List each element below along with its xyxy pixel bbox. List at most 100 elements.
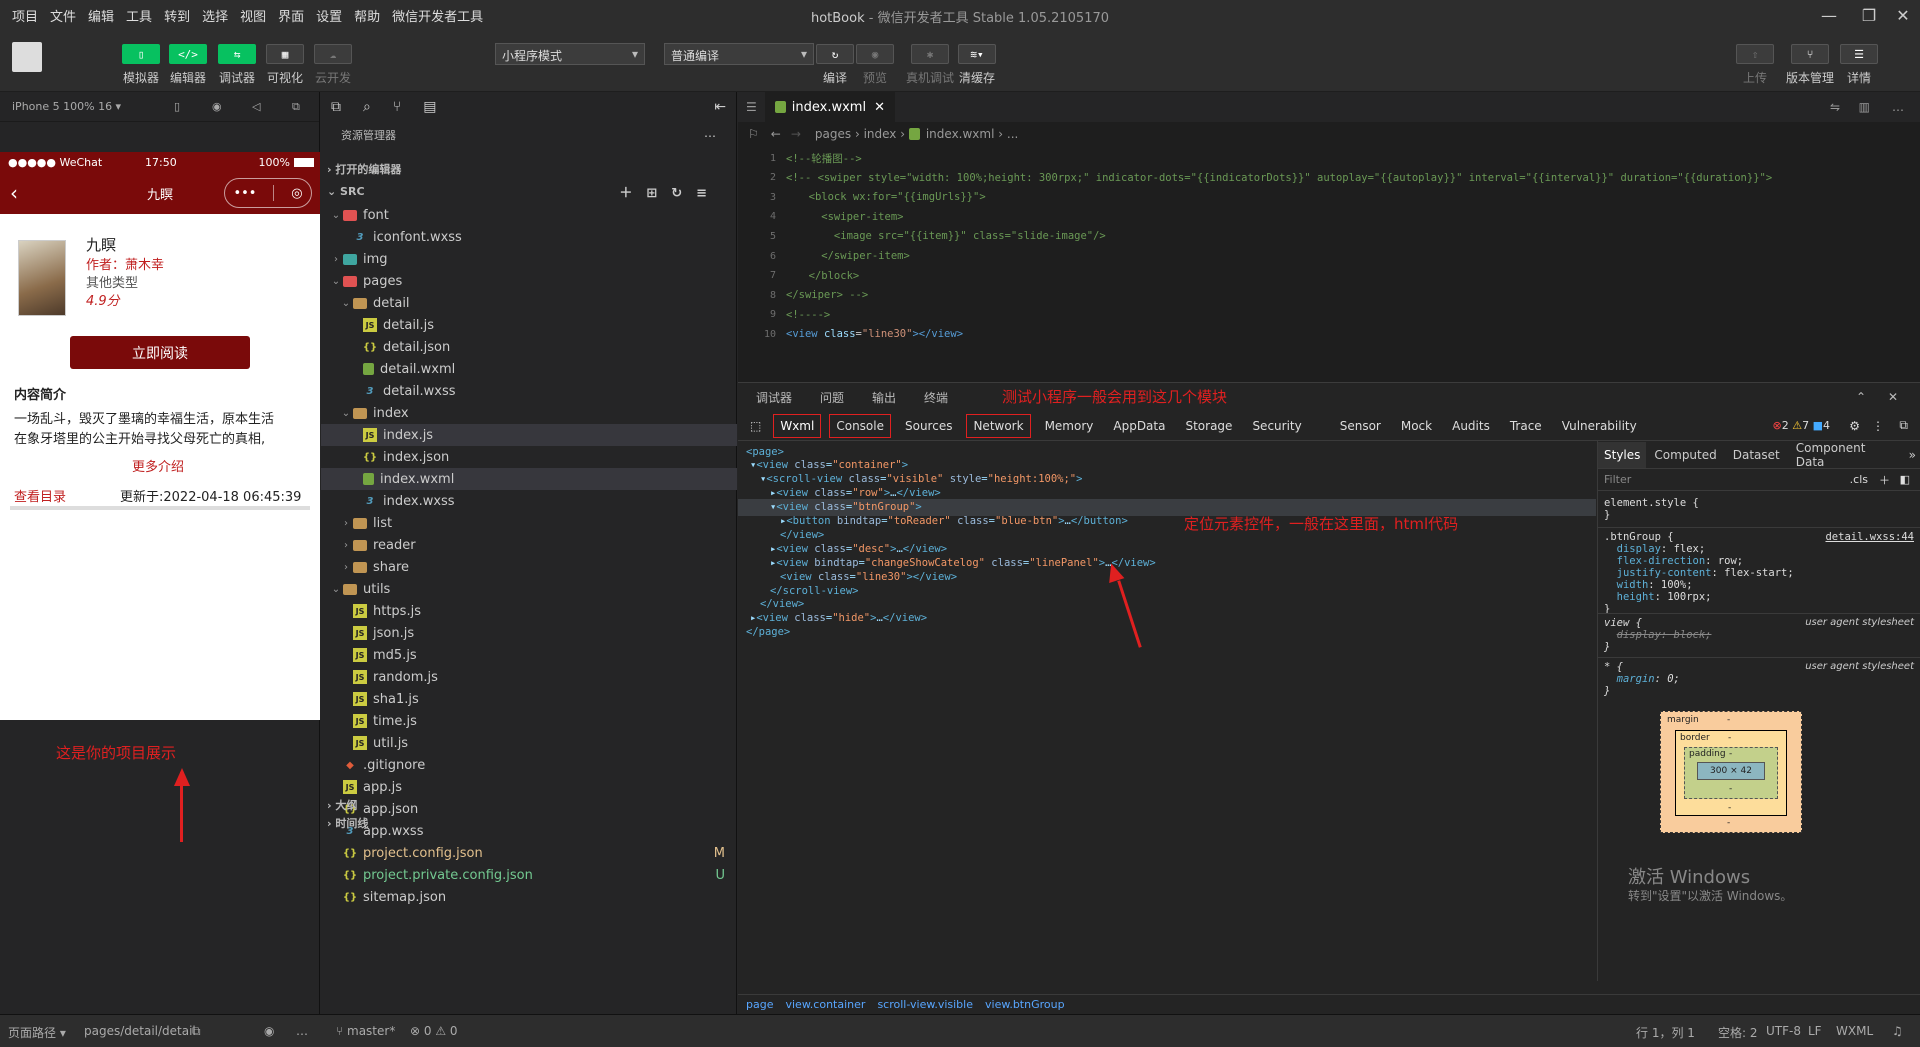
layout-icon[interactable]: ▥ [1859,100,1870,114]
read-now-button[interactable]: 立即阅读 [70,336,250,369]
menu-item[interactable]: 帮助 [348,6,386,25]
tab-computed[interactable]: Computed [1646,448,1724,462]
extension-icon[interactable]: ▤ [423,99,436,115]
src-section[interactable]: ⌄ SRC ＋⊞↻≡ [321,178,737,204]
tree-item[interactable]: JS index.js [321,424,737,446]
close-tab-icon[interactable]: ✕ [874,100,885,115]
toggle-sidebar-icon[interactable]: ◧ [1900,473,1910,486]
wxml-node[interactable]: </page> [746,624,790,641]
devtools-tab[interactable]: Sensor [1334,415,1387,437]
editor-toggle[interactable]: </> 编辑器 [169,44,207,86]
kebab-icon[interactable]: ⋮ [1872,419,1884,433]
path-segment[interactable]: page [746,998,773,1011]
explorer-actions[interactable]: ＋⊞↻≡ [619,182,721,201]
devtools-tab[interactable]: Console [829,413,891,438]
chevron-up-icon[interactable]: ⌃ [1856,390,1866,404]
more-actions-icon[interactable]: … [704,126,716,140]
capsule-button[interactable]: ••• ◎ [224,178,312,208]
close-button[interactable]: ✕ [1880,0,1920,30]
branch-icon[interactable]: ⑂ master* [336,1024,395,1038]
clear-cache-button[interactable]: ≋▾ 清缓存 [958,44,996,86]
style-rule-btngroup[interactable]: .btnGroup { display: flex; flex-directio… [1604,531,1794,615]
add-rule-icon[interactable]: ＋ [1879,472,1890,488]
device-icon[interactable]: ▯ [174,100,180,113]
tree-item[interactable]: ⌄ detail [321,292,737,314]
menu-item[interactable]: 转到 [158,6,196,25]
breadcrumb-more[interactable]: ... [1007,127,1018,141]
close-panel-icon[interactable]: ✕ [1888,390,1898,404]
dock-icon[interactable]: ⧉ [1899,418,1908,433]
path-segment[interactable]: scroll-view.visible [877,998,973,1011]
tab-dataset[interactable]: Dataset [1725,448,1788,462]
tree-item[interactable]: › list [321,512,737,534]
split-icon[interactable]: ⇋ [1830,100,1840,114]
tree-item[interactable]: JS https.js [321,600,737,622]
path-segment[interactable]: view.btnGroup [985,998,1065,1011]
inspect-icon[interactable]: ⬚ [738,419,773,433]
list-icon[interactable]: ☰ [738,100,765,114]
bookmark-icon[interactable]: ⚐ [748,127,759,141]
tree-item[interactable]: JS util.js [321,732,737,754]
tab-index-wxml[interactable]: index.wxml ✕ [764,92,895,122]
tree-item[interactable]: › img [321,248,737,270]
search-icon[interactable]: ⌕ [363,99,371,115]
catalog-link[interactable]: 查看目录 [14,486,66,505]
visual-toggle[interactable]: ▦ 可视化 [266,44,304,86]
tree-item[interactable]: ⌄ pages [321,270,737,292]
tree-item[interactable]: {} index.json [321,446,737,468]
menu-item[interactable]: 视图 [234,6,272,25]
tree-item[interactable]: JS json.js [321,622,737,644]
message-counts[interactable]: ⊗2 ⚠7 ■4 [1773,419,1831,432]
back-icon[interactable]: ‹ [10,181,18,205]
tree-item[interactable]: 3 app.wxss [321,820,737,842]
tree-item[interactable]: JS random.js [321,666,737,688]
menu-item[interactable]: 文件 [44,6,82,25]
line-ending[interactable]: LF [1808,1024,1822,1038]
compile-select[interactable]: 普通编译 [664,43,814,65]
menu-item[interactable]: 选择 [196,6,234,25]
debugger-toggle[interactable]: ⇆ 调试器 [218,44,256,86]
menu-item[interactable]: 项目 [6,6,44,25]
menu-item[interactable]: 编辑 [82,6,120,25]
tree-item[interactable]: index.wxml [321,468,737,490]
tree-item[interactable]: detail.wxml [321,358,737,380]
forward-icon[interactable]: → [791,127,801,141]
tree-item[interactable]: ⌄ index [321,402,737,424]
filter-input[interactable]: Filter [1604,473,1631,486]
indent-setting[interactable]: 空格: 2 [1718,1024,1758,1041]
git-icon[interactable]: ⑂ [393,99,401,115]
close-target-icon[interactable]: ◎ [291,186,302,201]
preview-button[interactable]: ◉ 预览 [856,44,894,86]
avatar[interactable] [12,42,42,72]
collapse-panel-icon[interactable]: ⇤ [714,99,726,115]
tree-item[interactable]: JS time.js [321,710,737,732]
tree-item[interactable]: 3 detail.wxss [321,380,737,402]
tree-item[interactable]: › share [321,556,737,578]
menu-item[interactable]: 界面 [272,6,310,25]
tree-item[interactable]: 3 iconfont.wxss [321,226,737,248]
tree-item[interactable]: ◆ .gitignore [321,754,737,776]
tab-problems[interactable]: 问题 [806,389,858,406]
tab-output[interactable]: 输出 [858,389,910,406]
language-mode[interactable]: WXML [1836,1024,1873,1038]
devtools-tab[interactable]: Sources [899,415,958,437]
tree-item[interactable]: {} app.json [321,798,737,820]
tab-terminal[interactable]: 终端 [910,389,962,406]
encoding[interactable]: UTF-8 [1766,1024,1801,1038]
eye-icon[interactable]: ◉ [264,1024,274,1038]
tree-item[interactable]: ⌄ utils [321,578,737,600]
tree-item[interactable]: {} detail.json [321,336,737,358]
cursor-position[interactable]: 行 1，列 1 [1636,1024,1695,1041]
files-icon[interactable]: ⧉ [331,99,341,115]
devtools-tab[interactable]: Wxml [773,413,822,438]
devtools-tab[interactable]: Audits [1446,415,1496,437]
wxml-tree[interactable]: <page> ▾<view class="container"> ▾<scroll-… [738,441,1596,981]
tab-styles[interactable]: Styles [1598,441,1647,468]
tree-item[interactable]: {} sitemap.json [321,886,737,908]
timeline-section[interactable]: › 时间线 [321,810,368,836]
real-debug-button[interactable]: ✱ 真机调试 [906,44,954,86]
devtools-tab[interactable]: Trace [1504,415,1548,437]
window-icon[interactable]: ⧉ [292,100,300,114]
more-icon[interactable]: … [296,1024,308,1038]
wxml-node[interactable]: ▸<button bindtap="toReader" class="blue-… [780,513,1128,530]
